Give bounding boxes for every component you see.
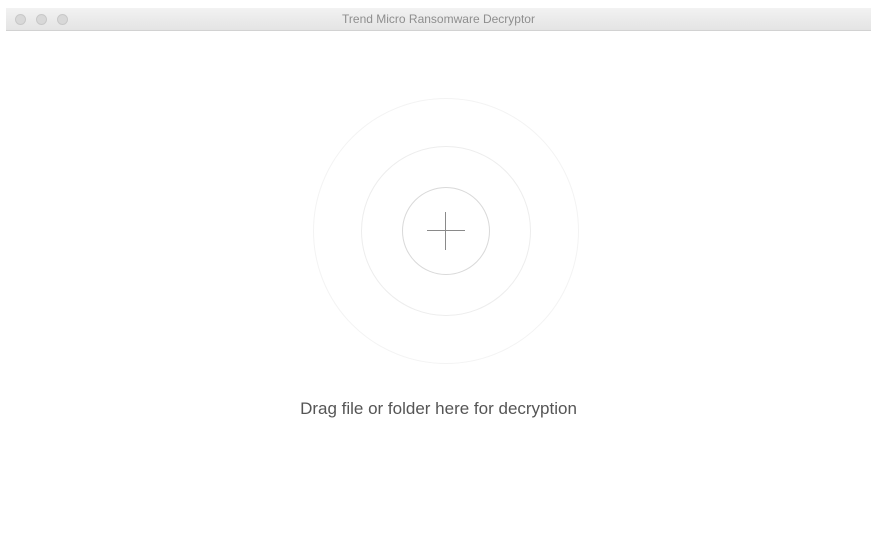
window-title: Trend Micro Ransomware Decryptor: [342, 12, 535, 26]
title-bar[interactable]: Trend Micro Ransomware Decryptor: [6, 8, 871, 31]
file-drop-zone[interactable]: Drag file or folder here for decryption: [6, 31, 871, 558]
app-window: Trend Micro Ransomware Decryptor Drag fi…: [6, 8, 871, 558]
plus-icon: [427, 212, 465, 250]
drop-zone-hint: Drag file or folder here for decryption: [300, 399, 577, 418]
